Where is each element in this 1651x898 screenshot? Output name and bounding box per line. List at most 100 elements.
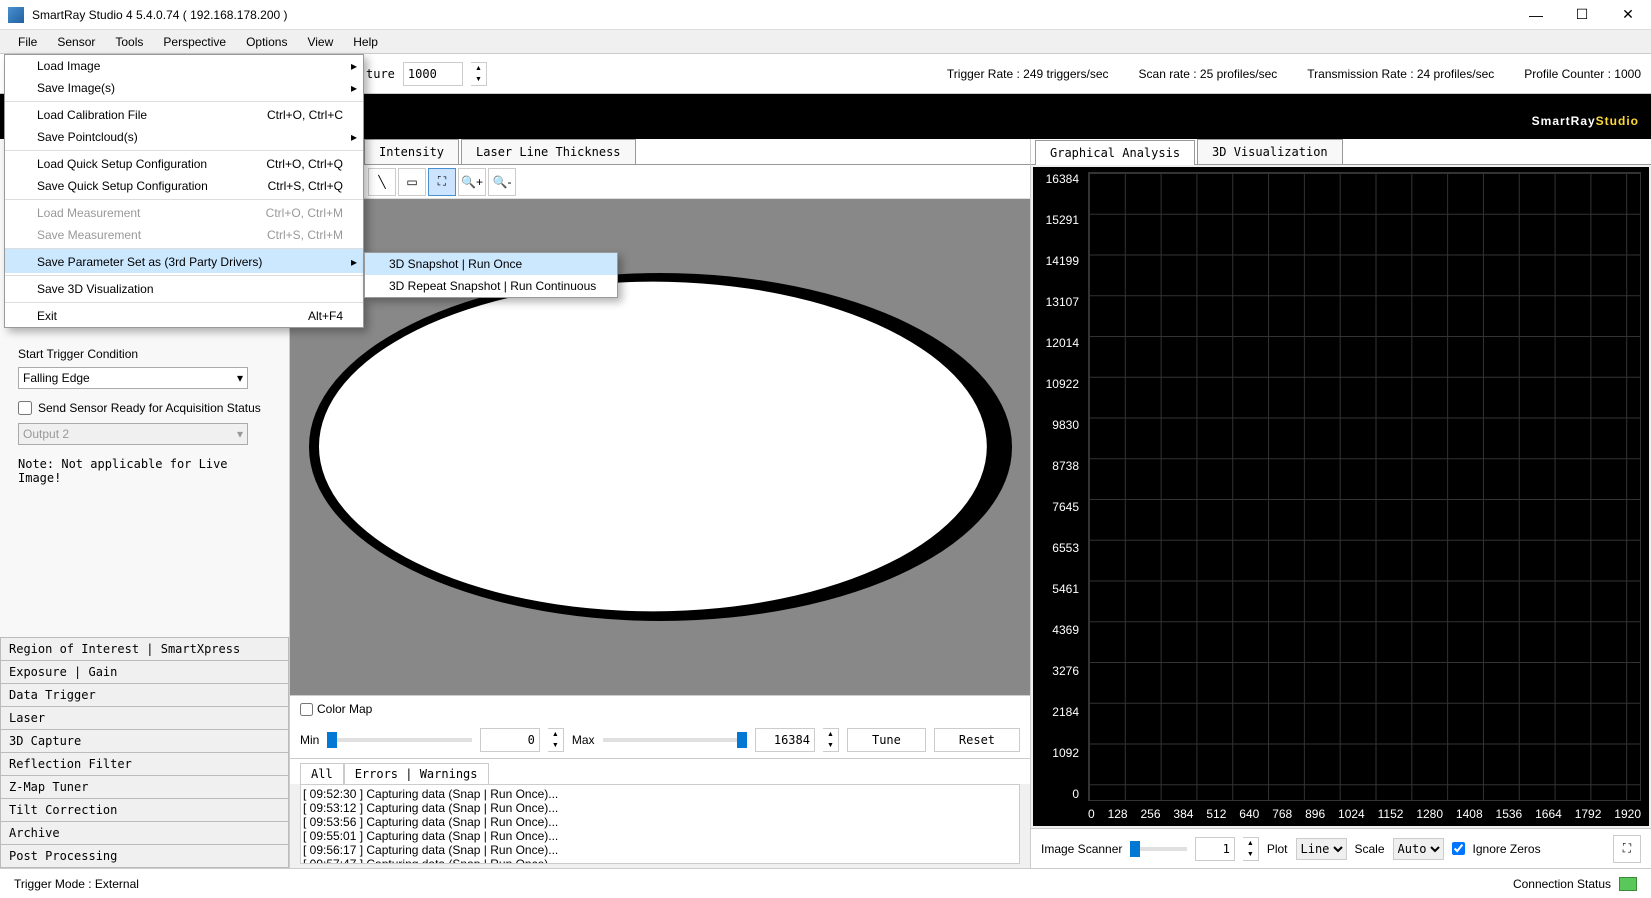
fit-view-icon[interactable]: ⛶ xyxy=(428,168,456,196)
accordion-tilt-correction[interactable]: Tilt Correction xyxy=(0,798,289,821)
fullscreen-icon[interactable]: ⛶ xyxy=(1613,835,1641,863)
accordion-archive[interactable]: Archive xyxy=(0,821,289,844)
file-menu-item[interactable]: ExitAlt+F4 xyxy=(5,302,363,327)
accordion-exposure[interactable]: Exposure | Gain xyxy=(0,660,289,683)
log-area[interactable]: [ 09:52:30 ] Capturing data (Snap | Run … xyxy=(300,784,1020,864)
scale-dropdown[interactable]: Auto xyxy=(1393,838,1444,860)
right-controls: Image Scanner ▲▼ Plot Line Scale Auto Ig… xyxy=(1031,828,1651,868)
scanner-spinner[interactable]: ▲▼ xyxy=(1243,837,1259,861)
trigger-mode: Trigger Mode : External xyxy=(14,877,139,891)
view-toolbar: ╲ ▭ ⛶ 🔍+ 🔍- xyxy=(290,165,1030,199)
accordion-3d-capture[interactable]: 3D Capture xyxy=(0,729,289,752)
min-spinner[interactable]: ▲▼ xyxy=(548,728,564,752)
app-icon xyxy=(8,7,24,23)
zoom-in-icon[interactable]: 🔍+ xyxy=(458,168,486,196)
rect-tool-icon[interactable]: ▭ xyxy=(398,168,426,196)
menu-options[interactable]: Options xyxy=(236,31,297,53)
chart-grid xyxy=(1088,172,1641,801)
line-tool-icon[interactable]: ╲ xyxy=(368,168,396,196)
file-menu-item[interactable]: Save Parameter Set as (3rd Party Drivers… xyxy=(5,248,363,273)
file-menu-item[interactable]: Load Calibration FileCtrl+O, Ctrl+C xyxy=(5,101,363,126)
trigger-rate: Trigger Rate : 249 triggers/sec xyxy=(947,67,1109,81)
ignore-zeros-checkbox[interactable] xyxy=(1452,842,1465,855)
profile-counter: Profile Counter : 1000 xyxy=(1524,67,1641,81)
brand-logo: SmartRayStudio xyxy=(1532,101,1639,132)
scan-rate: Scan rate : 25 profiles/sec xyxy=(1139,67,1278,81)
chart-y-axis: 1638415291141991310712014109229830873876… xyxy=(1033,172,1083,801)
ignore-zeros-label: Ignore Zeros xyxy=(1473,842,1541,856)
file-menu-item[interactable]: Save 3D Visualization xyxy=(5,275,363,300)
image-scanner-slider[interactable] xyxy=(1130,847,1186,851)
file-menu-item[interactable]: Save Image(s)▸ xyxy=(5,77,363,99)
accordion-post-processing[interactable]: Post Processing xyxy=(0,844,289,868)
reset-button[interactable]: Reset xyxy=(934,728,1020,752)
accordion-reflection-filter[interactable]: Reflection Filter xyxy=(0,752,289,775)
menu-help[interactable]: Help xyxy=(343,31,388,53)
tab-intensity[interactable]: Intensity xyxy=(364,139,459,164)
log-line: [ 09:53:56 ] Capturing data (Snap | Run … xyxy=(303,815,1017,829)
tune-button[interactable]: Tune xyxy=(847,728,926,752)
connection-label: Connection Status xyxy=(1513,877,1611,891)
min-value-input[interactable] xyxy=(480,728,540,752)
file-menu-item[interactable]: Save Quick Setup ConfigurationCtrl+S, Ct… xyxy=(5,175,363,197)
min-slider[interactable] xyxy=(327,738,471,742)
titlebar: SmartRay Studio 4 5.4.0.74 ( 192.168.178… xyxy=(0,0,1651,30)
capture-spinner[interactable]: ▲▼ xyxy=(471,62,487,86)
accordion: Region of Interest | SmartXpress Exposur… xyxy=(0,637,289,868)
log-line: [ 09:55:01 ] Capturing data (Snap | Run … xyxy=(303,829,1017,843)
tab-3d-visualization[interactable]: 3D Visualization xyxy=(1197,139,1343,164)
file-menu-item[interactable]: Load Quick Setup ConfigurationCtrl+O, Ct… xyxy=(5,150,363,175)
max-label: Max xyxy=(572,733,595,747)
status-row: Trigger Rate : 249 triggers/sec Scan rat… xyxy=(947,67,1641,81)
submenu-item[interactable]: 3D Repeat Snapshot | Run Continuous xyxy=(365,275,617,297)
capture-value-input[interactable] xyxy=(403,62,463,86)
menu-perspective[interactable]: Perspective xyxy=(153,31,236,53)
close-button[interactable]: ✕ xyxy=(1605,0,1651,30)
plot-dropdown[interactable]: Line xyxy=(1296,838,1347,860)
file-menu-item[interactable]: Load Image▸ xyxy=(5,55,363,77)
window-controls: — ☐ ✕ xyxy=(1513,0,1651,30)
log-line: [ 09:57:47 ] Capturing data (Snap | Run … xyxy=(303,857,1017,864)
file-menu-item: Save MeasurementCtrl+S, Ctrl+M xyxy=(5,224,363,246)
output-dropdown[interactable]: Output 2▾ xyxy=(18,423,248,445)
minimize-button[interactable]: — xyxy=(1513,0,1559,30)
accordion-laser[interactable]: Laser xyxy=(0,706,289,729)
accordion-roi[interactable]: Region of Interest | SmartXpress xyxy=(0,637,289,660)
window-title: SmartRay Studio 4 5.4.0.74 ( 192.168.178… xyxy=(32,8,1513,22)
scan-image xyxy=(309,273,1012,620)
menu-file[interactable]: File xyxy=(8,31,47,53)
maximize-button[interactable]: ☐ xyxy=(1559,0,1605,30)
submenu-item[interactable]: 3D Snapshot | Run Once xyxy=(365,253,617,275)
right-tabs: Graphical Analysis 3D Visualization xyxy=(1031,139,1651,165)
tab-laser-line[interactable]: Laser Line Thickness xyxy=(461,139,636,164)
start-trigger-dropdown[interactable]: Falling Edge▾ xyxy=(18,367,248,389)
max-spinner[interactable]: ▲▼ xyxy=(823,728,839,752)
log-line: [ 09:56:17 ] Capturing data (Snap | Run … xyxy=(303,843,1017,857)
max-value-input[interactable] xyxy=(755,728,815,752)
menu-tools[interactable]: Tools xyxy=(105,31,153,53)
chevron-down-icon: ▾ xyxy=(237,427,243,441)
zoom-out-icon[interactable]: 🔍- xyxy=(488,168,516,196)
image-scanner-label: Image Scanner xyxy=(1041,842,1122,856)
log-tab-errors[interactable]: Errors | Warnings xyxy=(344,763,489,784)
log-line: [ 09:53:12 ] Capturing data (Snap | Run … xyxy=(303,801,1017,815)
max-slider[interactable] xyxy=(603,738,747,742)
footer: Trigger Mode : External Connection Statu… xyxy=(0,868,1651,898)
menubar: File Sensor Tools Perspective Options Vi… xyxy=(0,30,1651,54)
colormap-checkbox[interactable] xyxy=(300,703,313,716)
file-menu-item: Load MeasurementCtrl+O, Ctrl+M xyxy=(5,199,363,224)
image-scanner-value[interactable] xyxy=(1195,837,1235,861)
min-label: Min xyxy=(300,733,319,747)
log-tab-all[interactable]: All xyxy=(300,763,344,784)
tab-graphical-analysis[interactable]: Graphical Analysis xyxy=(1035,140,1195,165)
chart-area[interactable]: 1638415291141991310712014109229830873876… xyxy=(1033,167,1649,826)
menu-sensor[interactable]: Sensor xyxy=(47,31,105,53)
menu-view[interactable]: View xyxy=(297,31,343,53)
start-trigger-label: Start Trigger Condition xyxy=(18,347,271,361)
accordion-zmap-tuner[interactable]: Z-Map Tuner xyxy=(0,775,289,798)
accordion-data-trigger[interactable]: Data Trigger xyxy=(0,683,289,706)
file-menu-item[interactable]: Save Pointcloud(s)▸ xyxy=(5,126,363,148)
plot-label: Plot xyxy=(1267,842,1288,856)
send-sensor-ready-checkbox[interactable] xyxy=(18,401,32,415)
transmission-rate: Transmission Rate : 24 profiles/sec xyxy=(1307,67,1494,81)
